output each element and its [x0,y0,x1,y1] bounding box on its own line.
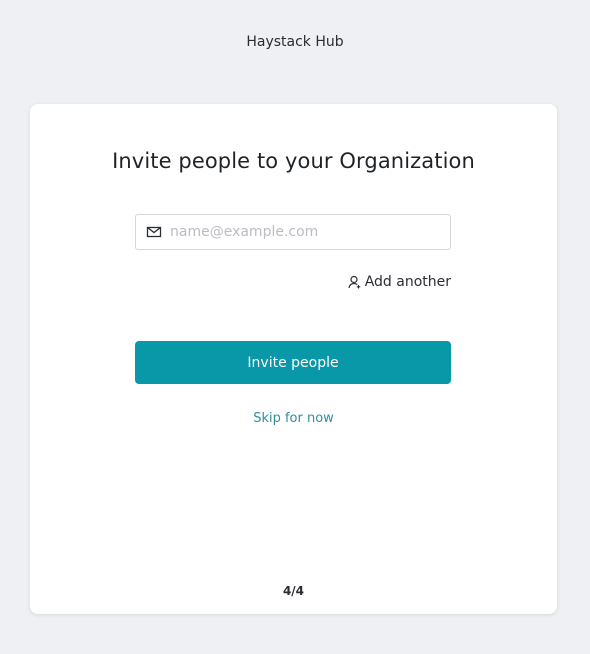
email-field[interactable] [135,214,451,250]
invite-card: Invite people to your Organization Add a… [30,104,557,614]
email-input[interactable] [170,215,450,249]
step-indicator: 4/4 [282,584,305,598]
app-title: Haystack Hub [246,34,344,50]
user-icon [348,275,362,289]
mail-icon [146,224,162,240]
add-another-button[interactable]: Add another [348,274,451,290]
page-title: Invite people to your Organization [112,149,475,173]
skip-for-now-link[interactable]: Skip for now [30,411,557,426]
add-another-label: Add another [364,274,451,290]
invite-people-button[interactable]: Invite people [135,341,451,384]
